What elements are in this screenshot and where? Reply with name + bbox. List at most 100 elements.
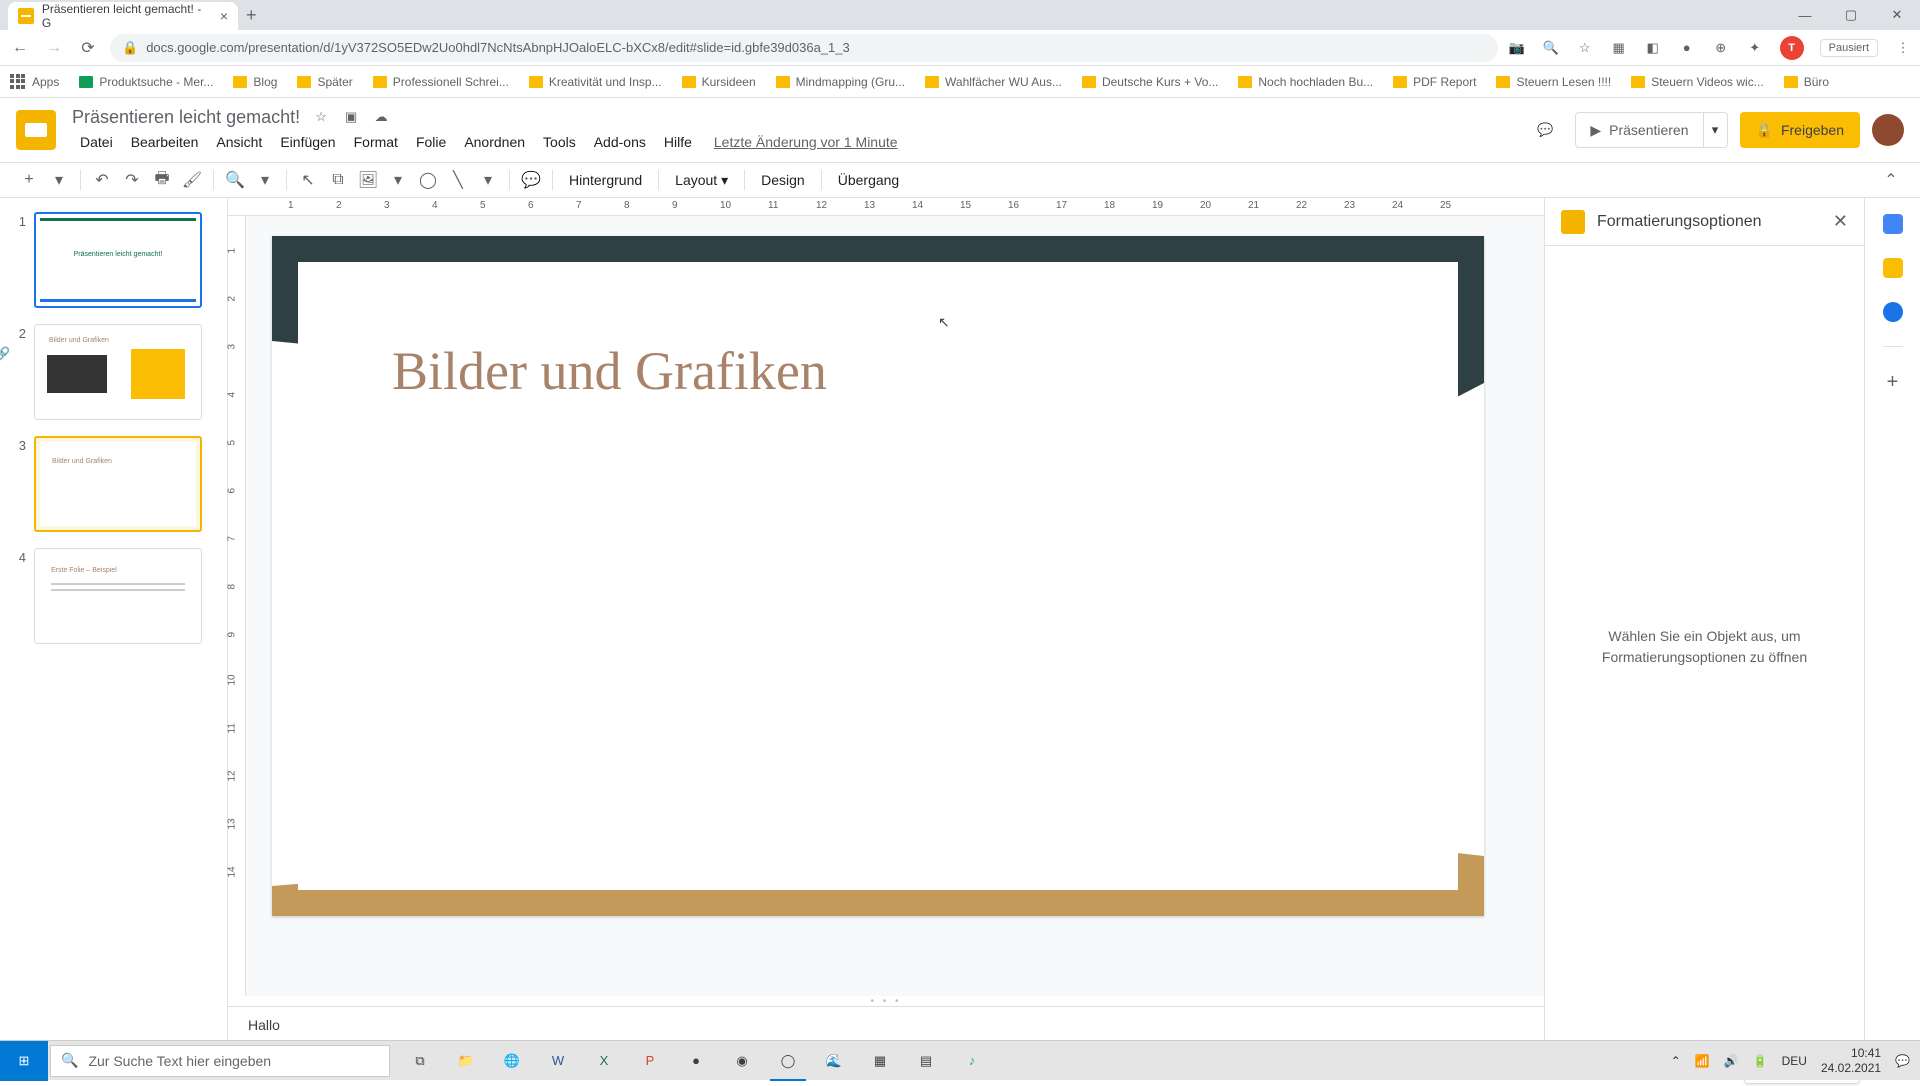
maximize-button[interactable]: ▢ xyxy=(1828,1,1874,29)
layout-button[interactable]: Layout ▾ xyxy=(667,172,736,189)
comment-tool[interactable]: 💬 xyxy=(518,167,544,193)
menu-icon[interactable]: ⋮ xyxy=(1894,39,1912,57)
bookmark-item[interactable]: Produktsuche - Mer... xyxy=(79,75,213,89)
incognito-icon[interactable]: ● xyxy=(1678,39,1696,57)
tasks-icon[interactable] xyxy=(1883,302,1903,322)
bookmark-item[interactable]: Kursideen xyxy=(682,75,756,89)
bookmark-item[interactable]: Noch hochladen Bu... xyxy=(1238,75,1373,89)
menu-insert[interactable]: Einfügen xyxy=(272,130,343,154)
task-view-icon[interactable]: ⧉ xyxy=(398,1041,442,1081)
bookmark-item[interactable]: Blog xyxy=(233,75,277,89)
word-icon[interactable]: W xyxy=(536,1041,580,1081)
edge-icon[interactable]: 🌊 xyxy=(812,1041,856,1081)
apps-button[interactable]: Apps xyxy=(10,74,59,90)
present-button[interactable]: ▶ Präsentieren xyxy=(1575,112,1703,148)
edge-legacy-icon[interactable]: 🌐 xyxy=(490,1041,534,1081)
address-bar[interactable]: 🔒 docs.google.com/presentation/d/1yV372S… xyxy=(110,34,1498,62)
menu-addons[interactable]: Add-ons xyxy=(586,130,654,154)
notes-resize-handle[interactable]: • • • xyxy=(228,996,1544,1006)
line-dropdown[interactable]: ▾ xyxy=(475,167,501,193)
menu-file[interactable]: Datei xyxy=(72,130,121,154)
collapse-toolbar-icon[interactable]: ⌃ xyxy=(1878,167,1904,193)
bookmark-item[interactable]: PDF Report xyxy=(1393,75,1476,89)
close-panel-icon[interactable]: ✕ xyxy=(1833,211,1848,232)
spotify-icon[interactable]: ♪ xyxy=(950,1041,994,1081)
language-indicator[interactable]: DEU xyxy=(1782,1054,1807,1068)
bookmark-item[interactable]: Professionell Schrei... xyxy=(373,75,509,89)
app-icon-3[interactable]: ▤ xyxy=(904,1041,948,1081)
powerpoint-icon[interactable]: P xyxy=(628,1041,672,1081)
comments-button[interactable]: 💬 xyxy=(1527,112,1563,148)
menu-arrange[interactable]: Anordnen xyxy=(456,130,533,154)
transition-button[interactable]: Übergang xyxy=(830,172,908,188)
menu-help[interactable]: Hilfe xyxy=(656,130,700,154)
battery-icon[interactable]: 🔋 xyxy=(1753,1054,1768,1068)
new-slide-dropdown[interactable]: ▾ xyxy=(46,167,72,193)
bookmark-item[interactable]: Steuern Videos wic... xyxy=(1631,75,1764,89)
explorer-icon[interactable]: 📁 xyxy=(444,1041,488,1081)
image-tool[interactable]: 🖼 xyxy=(355,167,381,193)
zoom-icon[interactable]: 🔍 xyxy=(1542,39,1560,57)
bookmark-item[interactable]: Steuern Lesen !!!! xyxy=(1496,75,1611,89)
minimize-button[interactable]: — xyxy=(1782,1,1828,29)
print-button[interactable]: 🖶 xyxy=(149,167,175,193)
camera-icon[interactable]: 📷 xyxy=(1508,39,1526,57)
user-avatar[interactable] xyxy=(1872,114,1904,146)
chrome-icon[interactable]: ◯ xyxy=(766,1041,810,1081)
document-title[interactable]: Präsentieren leicht gemacht! xyxy=(72,107,300,128)
start-button[interactable]: ⊞ xyxy=(0,1041,48,1081)
slide[interactable]: Bilder und Grafiken ↖ xyxy=(272,236,1484,916)
menu-tools[interactable]: Tools xyxy=(535,130,584,154)
slide-thumb-4[interactable]: Erste Folie – Beispiel xyxy=(34,548,202,644)
volume-icon[interactable]: 🔊 xyxy=(1724,1054,1739,1068)
clock[interactable]: 10:41 24.02.2021 xyxy=(1821,1046,1881,1075)
present-dropdown[interactable]: ▾ xyxy=(1704,112,1728,148)
move-icon[interactable]: ▣ xyxy=(342,108,360,126)
menu-slide[interactable]: Folie xyxy=(408,130,454,154)
star-icon[interactable]: ☆ xyxy=(1576,39,1594,57)
cloud-icon[interactable]: ☁ xyxy=(372,108,390,126)
translate-icon[interactable]: ⊕ xyxy=(1712,39,1730,57)
qr-icon[interactable]: ▦ xyxy=(1610,39,1628,57)
zoom-button[interactable]: 🔍 xyxy=(222,167,248,193)
star-icon[interactable]: ☆ xyxy=(312,108,330,126)
excel-icon[interactable]: X xyxy=(582,1041,626,1081)
bookmark-item[interactable]: Später xyxy=(297,75,352,89)
puzzle-icon[interactable]: ✦ xyxy=(1746,39,1764,57)
horizontal-ruler[interactable]: 1234567891011121314151617181920212223242… xyxy=(228,198,1544,216)
shape-tool[interactable]: ◯ xyxy=(415,167,441,193)
extension-icon[interactable]: ◧ xyxy=(1644,39,1662,57)
forward-button[interactable]: → xyxy=(42,36,66,60)
back-button[interactable]: ← xyxy=(8,36,32,60)
tray-chevron-icon[interactable]: ⌃ xyxy=(1671,1054,1681,1068)
vertical-ruler[interactable]: 1234567891011121314 xyxy=(228,216,246,996)
slide-canvas[interactable]: Bilder und Grafiken ↖ xyxy=(246,216,1544,996)
bookmark-item[interactable]: Büro xyxy=(1784,75,1829,89)
menu-format[interactable]: Format xyxy=(346,130,406,154)
paint-format-button[interactable]: 🖌 xyxy=(179,167,205,193)
new-tab-button[interactable]: + xyxy=(246,5,257,26)
share-button[interactable]: 🔒 Freigeben xyxy=(1740,112,1860,148)
filmstrip[interactable]: 1 Präsentieren leicht gemacht! 2 🔗 Bilde… xyxy=(0,198,228,1048)
profile-avatar[interactable]: T xyxy=(1780,36,1804,60)
obs-icon[interactable]: ◉ xyxy=(720,1041,764,1081)
select-tool[interactable]: ↖ xyxy=(295,167,321,193)
sync-pause-pill[interactable]: Pausiert xyxy=(1820,39,1878,57)
redo-button[interactable]: ↷ xyxy=(119,167,145,193)
last-edit-link[interactable]: Letzte Änderung vor 1 Minute xyxy=(714,134,898,150)
slide-title[interactable]: Bilder und Grafiken xyxy=(392,340,827,402)
bookmark-item[interactable]: Wahlfächer WU Aus... xyxy=(925,75,1062,89)
bookmark-item[interactable]: Mindmapping (Gru... xyxy=(776,75,905,89)
slide-thumb-3[interactable]: Bilder und Grafiken xyxy=(34,436,202,532)
image-dropdown[interactable]: ▾ xyxy=(385,167,411,193)
slide-thumb-2[interactable]: Bilder und Grafiken xyxy=(34,324,202,420)
app-icon-2[interactable]: ▦ xyxy=(858,1041,902,1081)
calendar-icon[interactable] xyxy=(1883,214,1903,234)
wifi-icon[interactable]: 📶 xyxy=(1695,1054,1710,1068)
close-tab-icon[interactable]: × xyxy=(220,8,228,24)
zoom-dropdown[interactable]: ▾ xyxy=(252,167,278,193)
new-slide-button[interactable]: + xyxy=(16,167,42,193)
close-window-button[interactable]: ✕ xyxy=(1874,1,1920,29)
textbox-tool[interactable]: ⧉ xyxy=(325,167,351,193)
menu-edit[interactable]: Bearbeiten xyxy=(123,130,207,154)
